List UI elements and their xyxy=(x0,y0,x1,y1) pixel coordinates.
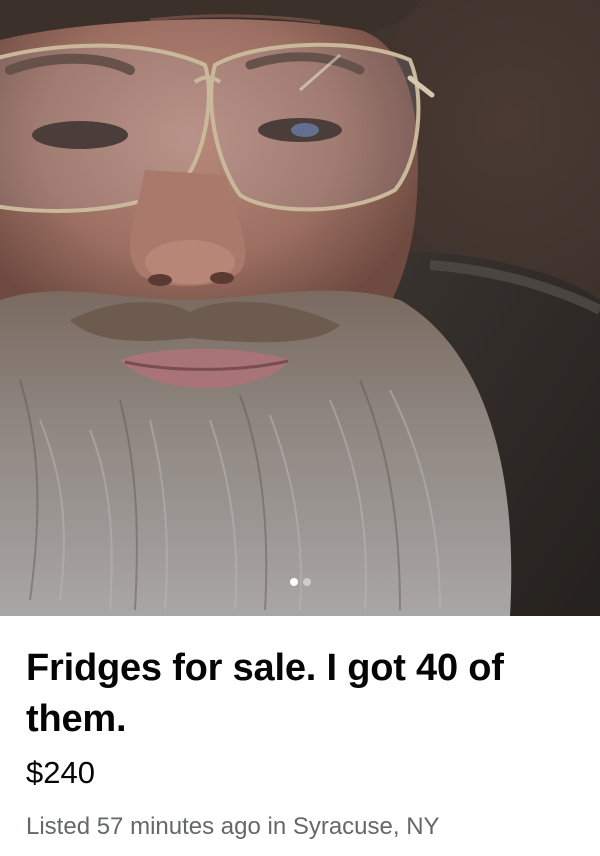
carousel-indicator xyxy=(0,578,600,586)
listing-details: Fridges for sale. I got 40 of them. $240… xyxy=(0,616,600,856)
listing-photo-image xyxy=(0,0,600,616)
listing-price: $240 xyxy=(26,755,95,790)
carousel-dot-active[interactable] xyxy=(289,578,298,586)
listing-meta: Listed 57 minutes ago in Syracuse, NY xyxy=(26,813,440,840)
listing-title: Fridges for sale. I got 40 of them. xyxy=(26,647,504,740)
listing-photo[interactable] xyxy=(0,0,600,616)
marketplace-listing: Fridges for sale. I got 40 of them. $240… xyxy=(0,0,600,856)
carousel-dot[interactable] xyxy=(302,578,311,586)
